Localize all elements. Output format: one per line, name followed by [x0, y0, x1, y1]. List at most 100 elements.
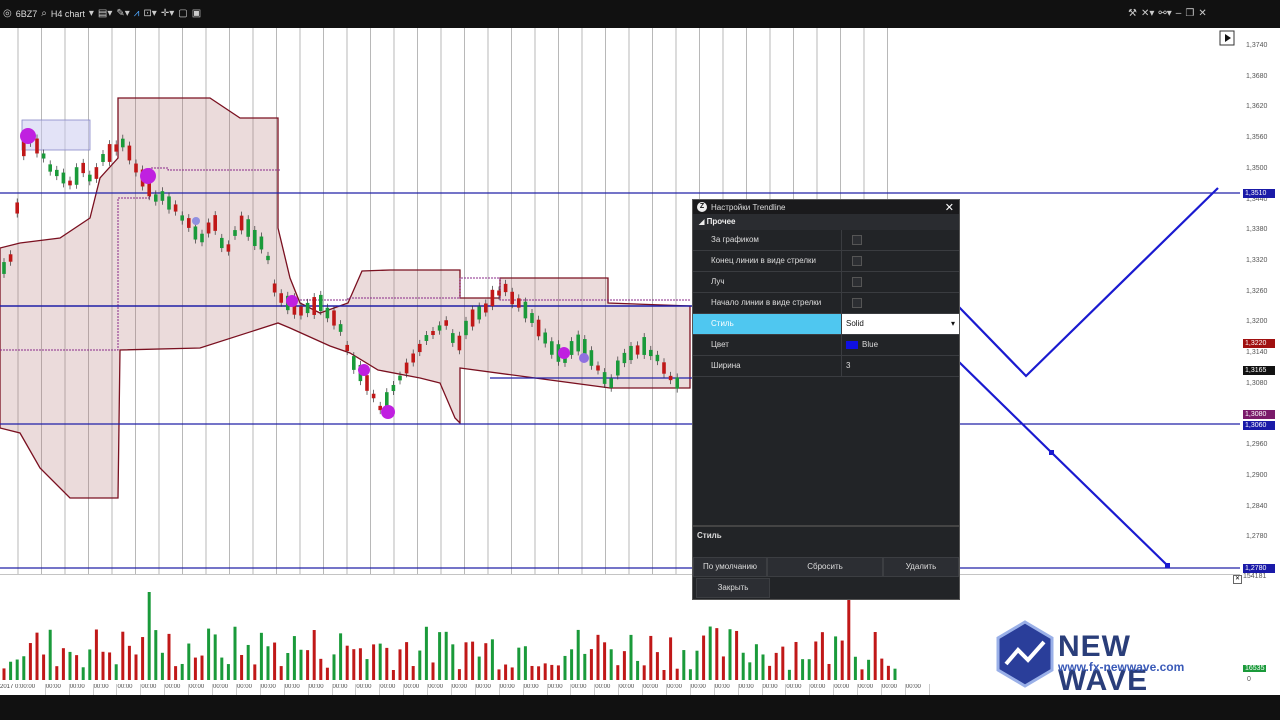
property-value[interactable]: Solid ▾ [842, 314, 959, 334]
price-tick: 1,3740 [1246, 42, 1268, 49]
property-value[interactable] [842, 272, 959, 292]
time-tick: 00:00 [524, 684, 548, 695]
property-value[interactable]: 3 [842, 356, 959, 376]
time-tick: 00:00 [906, 684, 930, 695]
price-badge: 1,3080 [1243, 410, 1275, 419]
dialog-buttons: По умолчанию Сбросить Удалить [693, 557, 959, 577]
price-badge: 1,3510 [1243, 189, 1275, 198]
time-tick: 00:00 [882, 684, 906, 695]
trendline-zigzag[interactable] [957, 187, 1219, 378]
property-row[interactable]: Ширина 3 [693, 356, 959, 377]
app-logo-icon: Z [697, 202, 707, 212]
time-tick: 00:00 [452, 684, 476, 695]
property-row[interactable]: Цвет Blue [693, 335, 959, 356]
price-tick: 1,2840 [1246, 502, 1268, 510]
property-value[interactable] [842, 251, 959, 271]
price-tick: 1,3500 [1246, 164, 1268, 172]
price-tick: 1,2900 [1246, 471, 1268, 479]
delete-button[interactable]: Удалить [883, 557, 959, 577]
time-tick: 00:00 [619, 684, 644, 695]
checkbox[interactable] [852, 235, 862, 245]
default-button[interactable]: По умолчанию [693, 557, 767, 577]
volume-badge: 16535 [1243, 665, 1267, 672]
app-logo-icon: ◎ [3, 8, 12, 19]
minimize-icon[interactable]: – [1176, 9, 1182, 19]
chevron-down-icon[interactable]: ▾ [89, 9, 94, 19]
volume-zero-label: 0 [1247, 676, 1251, 683]
price-tick: 1,3380 [1246, 226, 1268, 234]
time-tick: 00:00 [643, 684, 667, 695]
bottom-scrollbar[interactable] [0, 695, 1280, 720]
timeframe-dropdown[interactable]: H4 chart [51, 9, 85, 19]
property-name: Цвет [693, 335, 842, 355]
link-icon[interactable]: ⚯▾ [1158, 9, 1171, 19]
trendline-selected[interactable] [957, 360, 1169, 567]
price-tick: 1,3080 [1246, 379, 1268, 387]
brand-url: www.fx-newwave.com [1058, 660, 1185, 674]
dialog-title: Настройки Trendline [711, 202, 786, 212]
price-tick: 1,3140 [1246, 349, 1268, 356]
property-row[interactable]: Конец линии в виде стрелки [693, 251, 959, 272]
property-row[interactable]: Луч [693, 272, 959, 293]
time-tick: 00:00 [763, 684, 787, 695]
time-tick: 00:00 [715, 684, 739, 695]
time-tick: 00:00 [70, 684, 94, 695]
property-name: Ширина [693, 356, 842, 376]
close-icon[interactable]: ✕ [945, 201, 954, 214]
top-toolbar: ◎ 6BZ7 ⌕ H4 chart ▾ ▤▾ ✎▾ ⩘ ⊡▾ ✛▾ ▢ ▣ ⚒ … [0, 0, 1280, 28]
price-axis: 1,3740 1,3680 1,3620 1,3560 1,3500 1,3440 1,33… [1240, 28, 1280, 574]
dialog-title-bar[interactable]: Z Настройки Trendline ✕ [693, 200, 959, 214]
property-name: Луч [693, 272, 842, 292]
color-name: Blue [862, 340, 879, 349]
close-window-icon[interactable]: ✕ [1198, 9, 1206, 19]
time-tick: 00:00 [237, 684, 261, 695]
window-icon[interactable]: ▢ [178, 9, 187, 19]
crosshair-icon[interactable]: ✛▾ [161, 9, 174, 19]
price-badge: 1,3060 [1243, 421, 1275, 430]
collapse-icon: ◢ [699, 219, 705, 226]
description-title: Стиль [697, 531, 722, 540]
property-row[interactable]: Стиль Solid ▾ [693, 314, 959, 335]
property-row[interactable]: Начало линии в виде стрелки [693, 293, 959, 314]
time-tick: 00:00 [46, 684, 70, 695]
property-value[interactable]: Blue [842, 335, 959, 355]
tools-icon[interactable]: ⚒ [1128, 9, 1137, 19]
time-tick: 00:00 [261, 684, 285, 695]
time-tick: 00:00 [571, 684, 596, 695]
price-badge: 1,3165 [1243, 366, 1275, 375]
price-chart[interactable] [0, 28, 1240, 574]
time-tick: 00:00 [189, 684, 214, 695]
draw-tool-icon[interactable]: ✎▾ [116, 9, 129, 19]
price-tick: 1,3680 [1246, 72, 1268, 80]
price-tick: 1,3200 [1246, 318, 1268, 326]
section-header-other[interactable]: ◢ Прочее [693, 214, 959, 230]
collapse-panel-icon[interactable]: ✕ [1233, 575, 1242, 584]
time-tick: 00:00 [500, 684, 524, 695]
color-swatch [846, 341, 858, 349]
indicator-icon[interactable]: ⩘ [134, 9, 140, 19]
checkbox[interactable] [852, 277, 862, 287]
pin-icon[interactable]: ✕▾ [1141, 9, 1154, 19]
time-tick: 00:00 [739, 684, 763, 695]
time-tick: 00:00 [476, 684, 500, 695]
property-row[interactable]: За графиком [693, 230, 959, 251]
time-tick: 00:00 [333, 684, 357, 695]
checkbox[interactable] [852, 298, 862, 308]
restore-icon[interactable]: ❐ [1185, 9, 1194, 19]
time-tick: 00:00 [94, 684, 118, 695]
property-value[interactable] [842, 293, 959, 313]
dropdown-arrow-icon[interactable]: ▾ [951, 314, 955, 334]
close-button[interactable]: Закрыть [696, 578, 770, 598]
search-icon[interactable]: ⌕ [41, 9, 47, 19]
price-tick: 1,3260 [1246, 287, 1268, 295]
property-value[interactable] [842, 230, 959, 250]
chart-settings-icon[interactable]: ⊡▾ [143, 9, 156, 19]
checkbox[interactable] [852, 256, 862, 266]
time-tick: 00:00 [810, 684, 835, 695]
layout-icon[interactable]: ▣ [192, 9, 201, 19]
symbol-label[interactable]: 6BZ7 [16, 9, 38, 19]
reset-button[interactable]: Сбросить [767, 557, 883, 577]
time-tick: 00:00 [667, 684, 691, 695]
property-grid: За графиком Конец линии в виде стрелки Луч… [693, 230, 959, 377]
chart-type-icon[interactable]: ▤▾ [98, 9, 112, 19]
